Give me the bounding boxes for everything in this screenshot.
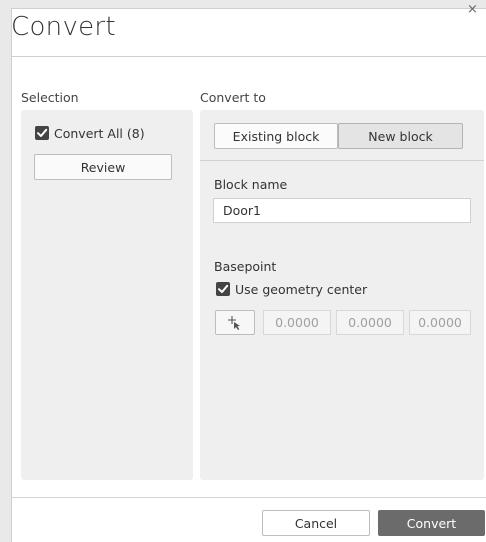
basepoint-label: Basepoint [214, 259, 277, 274]
checkmark-icon [218, 284, 229, 293]
block-name-label: Block name [214, 177, 288, 192]
title-divider [11, 56, 486, 57]
convert-button[interactable]: Convert [378, 510, 485, 536]
tab-new-block[interactable]: New block [338, 123, 463, 149]
cancel-button[interactable]: Cancel [262, 510, 370, 536]
pick-point-icon [228, 315, 240, 330]
use-geometry-center-checkbox[interactable] [216, 282, 230, 296]
selection-label: Selection [21, 90, 79, 105]
pick-point-button[interactable] [215, 310, 255, 335]
basepoint-z-field[interactable]: 0.0000 [409, 310, 471, 335]
tab-divider [200, 160, 484, 161]
close-icon[interactable]: × [467, 2, 478, 17]
convert-all-checkbox[interactable] [35, 126, 49, 140]
footer-divider [11, 497, 486, 498]
block-name-input[interactable]: Door1 [213, 198, 471, 223]
convert-all-label: Convert All (8) [54, 126, 145, 141]
basepoint-x-field[interactable]: 0.0000 [263, 310, 331, 335]
convert-to-label: Convert to [200, 90, 266, 105]
use-geometry-center-label: Use geometry center [235, 282, 368, 297]
tab-existing-block[interactable]: Existing block [214, 123, 338, 149]
checkmark-icon [37, 128, 48, 137]
basepoint-y-field[interactable]: 0.0000 [336, 310, 404, 335]
dialog-title: Convert [11, 12, 116, 42]
review-button[interactable]: Review [34, 154, 172, 180]
